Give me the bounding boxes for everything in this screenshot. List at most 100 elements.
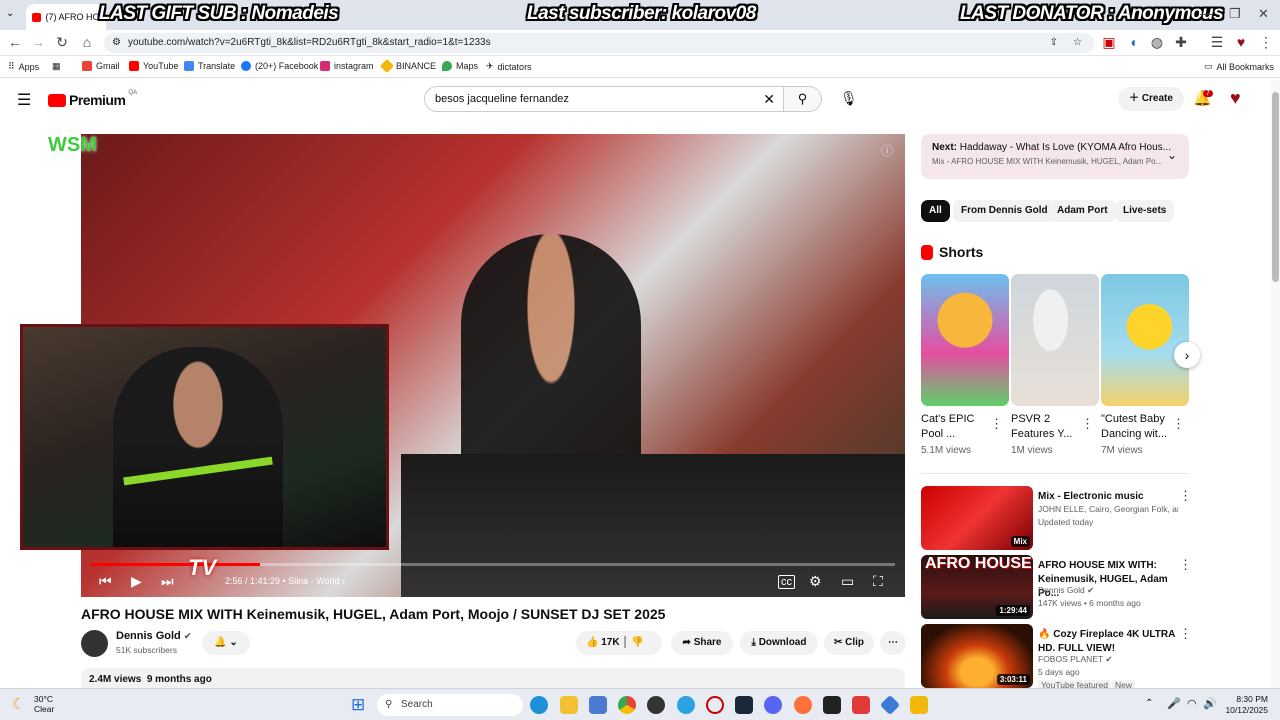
chevron-down-icon[interactable]: ⌄ [1167, 148, 1177, 162]
diamond-app-icon[interactable] [879, 694, 901, 716]
chip-all[interactable]: All [921, 200, 950, 222]
windows-start-icon[interactable]: ⊞ [351, 695, 365, 715]
play-icon[interactable]: ▶ [131, 573, 142, 590]
subscription-bell-button[interactable]: 🔔 ⌄ [202, 631, 250, 655]
subscriber-count: 51K subscribers [116, 645, 177, 655]
recommended-video[interactable]: 3:03:11 🔥 Cozy Fireplace 4K ULTRA HD. FU… [921, 624, 1192, 690]
weather-widget[interactable]: 30°C Clear [34, 694, 54, 714]
short-more-icon[interactable]: ⋮ [1172, 416, 1185, 432]
video-more-icon[interactable]: ⋮ [1179, 488, 1192, 504]
clear-search-icon[interactable]: ✕ [763, 87, 775, 111]
clip-button[interactable]: ✂ Clip [824, 631, 874, 655]
video-more-icon[interactable]: ⋮ [1179, 626, 1192, 642]
bookmark-youtube[interactable]: YouTube [129, 61, 178, 71]
reload-icon[interactable]: ↻ [53, 34, 71, 51]
like-button[interactable]: 👍 17K │ 👎 [576, 631, 662, 655]
extensions-puzzle-icon[interactable]: ✚ [1172, 34, 1190, 51]
account-avatar-icon[interactable]: ♥ [1230, 88, 1241, 109]
overlay-last-donator: LAST DONATOR : Anonymous [960, 3, 1224, 24]
telegram-icon[interactable] [677, 696, 695, 714]
fullscreen-icon[interactable]: ⛶ [873, 573, 883, 590]
binance-app-icon[interactable] [910, 696, 928, 714]
opera-icon[interactable] [706, 696, 724, 714]
tray-chevron-icon[interactable]: ⌃ [1145, 698, 1153, 709]
bookmark-maps[interactable]: Maps [442, 61, 478, 71]
file-explorer-icon[interactable] [560, 696, 578, 714]
next-icon[interactable]: ⏭ [161, 573, 174, 590]
short-more-icon[interactable]: ⋮ [990, 416, 1003, 432]
bookmark-dictators[interactable]: ✈ dictators [486, 61, 532, 72]
home-icon[interactable]: ⌂ [78, 34, 96, 50]
shorts-next-chevron-icon[interactable]: › [1174, 342, 1200, 368]
bookmark-binance[interactable]: BINANCE [379, 58, 436, 74]
short-more-icon[interactable]: ⋮ [1081, 416, 1094, 432]
chapter-title[interactable]: Siina - World [288, 576, 339, 586]
bookmark-grid[interactable]: ▦ [52, 61, 61, 72]
up-next-box[interactable]: Next: Haddaway - What Is Love (KYOMA Afr… [921, 134, 1189, 179]
volume-icon[interactable]: 🔊 [1203, 697, 1217, 710]
tab-search-icon[interactable]: ⌄ [6, 8, 14, 19]
microphone-icon[interactable]: 🎤 [1167, 697, 1181, 710]
obs-icon[interactable] [647, 696, 665, 714]
theater-mode-icon[interactable]: ▭ [841, 573, 854, 590]
search-input[interactable]: besos jacqueline fernandez ✕ [424, 86, 784, 112]
firefox-icon[interactable] [794, 696, 812, 714]
globe-icon[interactable]: ◍ [1148, 34, 1166, 51]
settings-gear-icon[interactable]: ⚙ [809, 573, 822, 590]
edge-icon[interactable] [530, 696, 548, 714]
clock[interactable]: 8:30 PM 10/12/2025 [1222, 694, 1268, 716]
all-bookmarks[interactable]: ▭ All Bookmarks [1204, 61, 1274, 72]
chip-from-dennis-gold[interactable]: From Dennis Gold [953, 200, 1056, 222]
chrome-icon[interactable] [618, 696, 636, 714]
taskbar-search[interactable]: ⚲ Search [377, 694, 523, 716]
folder-icon: ▭ [1204, 61, 1213, 71]
browser-tab[interactable]: (7) AFRO HOU [26, 4, 106, 30]
chip-adam-port[interactable]: Adam Port [1049, 200, 1116, 222]
back-icon[interactable]: ← [6, 34, 24, 50]
app-icon[interactable] [852, 696, 870, 714]
page-scrollbar[interactable] [1271, 80, 1280, 688]
bookmark-apps[interactable]: ⠿ Apps [8, 61, 39, 72]
bookmark-gmail[interactable]: Gmail [82, 61, 120, 71]
recommended-video[interactable]: AFRO HOUSE 1:29:44 AFRO HOUSE MIX WITH: … [921, 555, 1192, 619]
share-button[interactable]: ➦ Share [671, 631, 733, 655]
previous-icon[interactable]: ⏮ [99, 573, 112, 590]
forward-icon[interactable]: → [29, 34, 47, 50]
maximize-icon[interactable]: ❐ [1229, 6, 1241, 22]
video-more-icon[interactable]: ⋮ [1179, 557, 1192, 573]
channel-name[interactable]: Dennis Gold ✔ [116, 630, 191, 642]
create-button[interactable]: ＋ Create [1118, 87, 1184, 111]
voice-search-icon[interactable]: 🎙 [840, 90, 858, 107]
bookmark-instagram[interactable]: instagram [320, 61, 374, 71]
bookmark-translate[interactable]: Translate [184, 61, 235, 71]
profile-avatar-icon[interactable]: ♥ [1232, 34, 1250, 50]
site-info-icon[interactable]: ⚙ [112, 33, 121, 53]
shorts-icon [921, 244, 933, 260]
chrome-menu-icon[interactable]: ⋮ [1257, 34, 1275, 51]
channel-avatar[interactable] [81, 630, 108, 657]
close-window-icon[interactable]: ✕ [1258, 6, 1269, 22]
audio-extension-icon[interactable]: ◖ [1124, 34, 1142, 50]
store-icon[interactable] [589, 696, 607, 714]
chip-live-sets[interactable]: Live-sets [1115, 200, 1175, 222]
info-icon[interactable]: ⓘ [881, 142, 893, 159]
search-button[interactable]: ⚲ [784, 86, 822, 112]
more-actions-button[interactable]: ⋯ [880, 631, 906, 655]
steam-icon[interactable] [735, 696, 753, 714]
download-button[interactable]: ⤓ Download [740, 631, 818, 655]
youtube-logo[interactable]: Premium QA [48, 90, 137, 108]
bookmark-star-icon[interactable]: ☆ [1073, 33, 1082, 53]
reading-list-icon[interactable]: ☰ [1208, 34, 1226, 51]
scrollbar-thumb[interactable] [1272, 92, 1279, 282]
install-icon[interactable]: ⇪ [1050, 33, 1058, 53]
recommended-video[interactable]: Mix Mix - Electronic music JOHN ELLE, Ca… [921, 486, 1192, 550]
wifi-icon[interactable]: ◠ [1187, 697, 1197, 710]
minimize-icon[interactable]: — [1200, 6, 1213, 21]
extension-icon[interactable]: ▣ [1100, 34, 1118, 51]
address-bar[interactable]: ⚙ youtube.com/watch?v=2u6RTgti_8k&list=R… [104, 33, 1094, 53]
captions-icon[interactable]: cc [778, 575, 795, 589]
discord-icon[interactable] [764, 696, 782, 714]
capcut-icon[interactable] [823, 696, 841, 714]
bookmark-facebook[interactable]: (20+) Facebook [241, 61, 318, 71]
hamburger-menu-icon[interactable]: ☰ [17, 90, 31, 110]
